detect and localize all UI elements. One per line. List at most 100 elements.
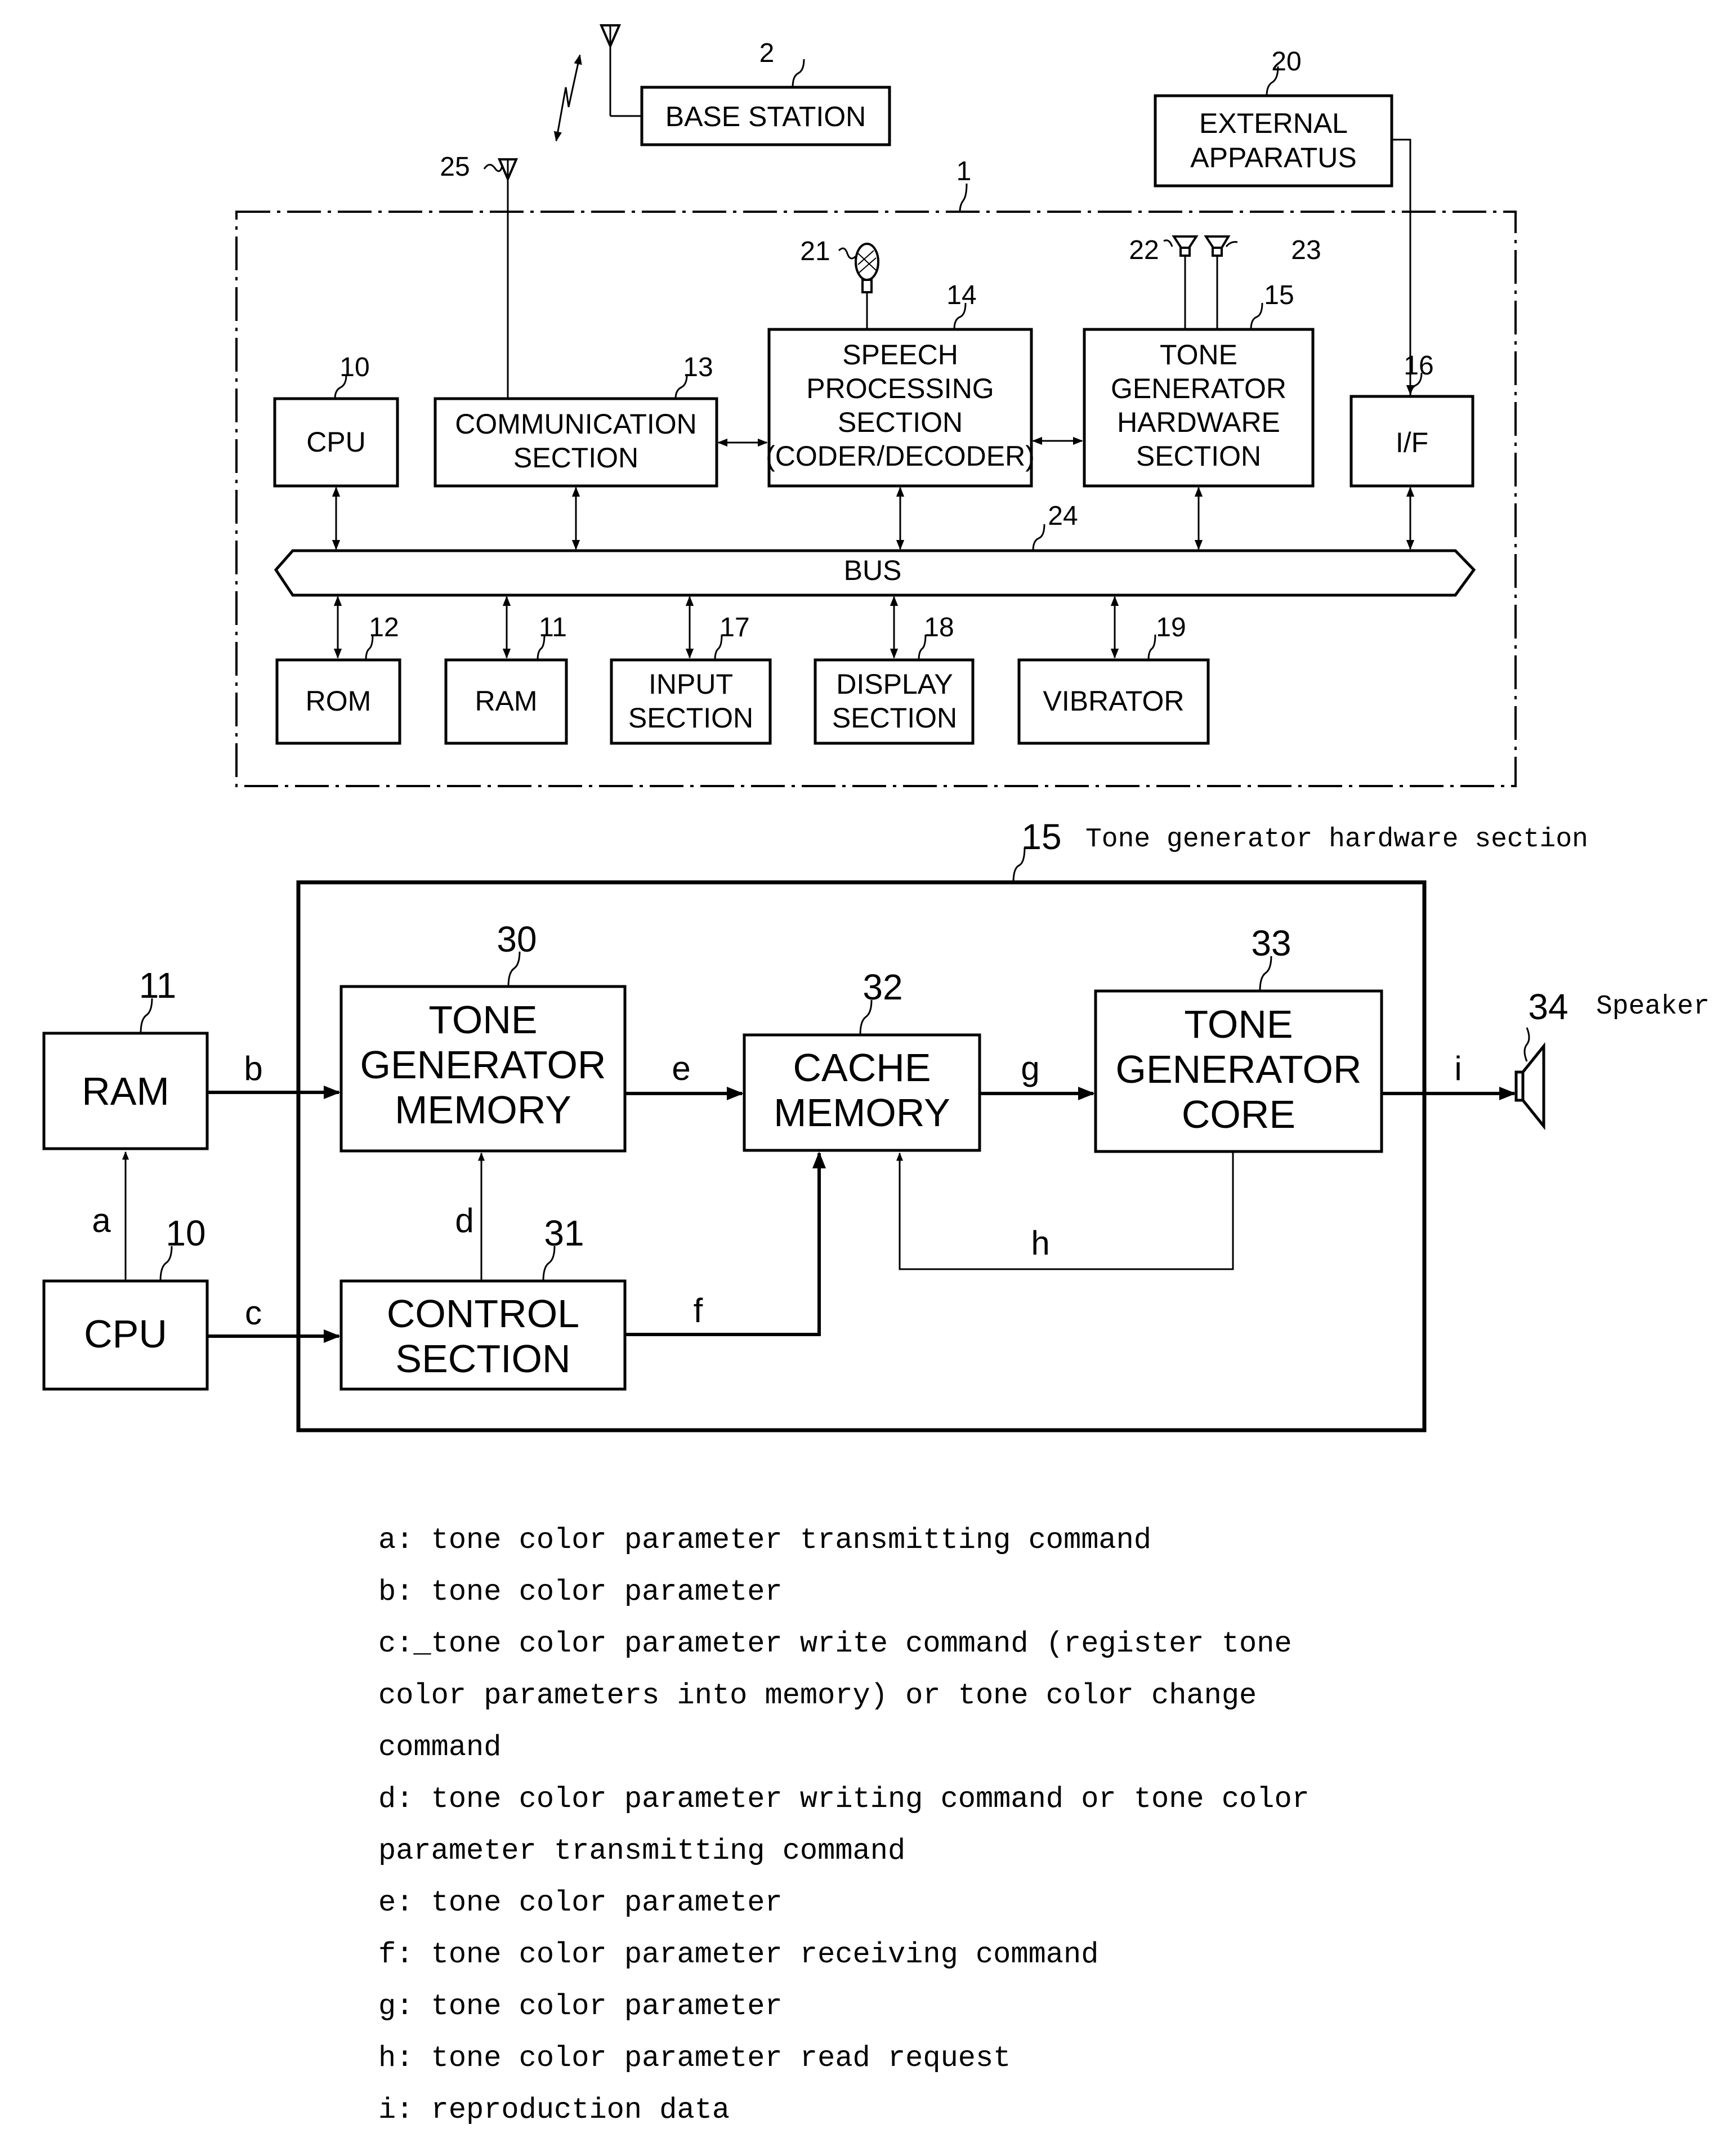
signal-f-label: f — [694, 1292, 703, 1329]
speech-label-4: (CODER/DECODER) — [766, 440, 1035, 472]
external-apparatus-line1: EXTERNAL — [1199, 108, 1348, 139]
interface-ref: 16 — [1404, 351, 1433, 381]
interface-label: I/F — [1396, 427, 1428, 458]
speech-label-2: PROCESSING — [806, 373, 994, 404]
ram-ref-fig1: 11 — [539, 613, 567, 642]
system-ref: 1 — [957, 157, 972, 186]
cpu-block: CPU 10 — [273, 352, 399, 550]
base-station-antenna-icon — [599, 24, 642, 117]
rom-block: ROM 12 — [275, 596, 401, 745]
tg-core-ref: 33 — [1251, 923, 1291, 963]
speaker-ref: 34 — [1528, 987, 1568, 1027]
tone-hw-label-3: HARDWARE — [1117, 407, 1280, 438]
legend-line: color parameters into memory) or tone co… — [378, 1679, 1257, 1712]
figure-2-tone-generator-diagram: 15 Tone generator hardware section RAM 1… — [42, 816, 1710, 1432]
input-section-block: INPUT SECTION 17 — [610, 596, 772, 745]
ram-block: RAM 11 — [42, 965, 209, 1150]
tone-generator-hardware-block: TONE GENERATOR HARDWARE SECTION 15 — [1083, 280, 1315, 550]
speech-processing-block: SPEECH PROCESSING SECTION (CODER/DECODER… — [766, 280, 1083, 550]
microphone-ref: 21 — [800, 236, 830, 266]
cache-ref: 32 — [863, 967, 902, 1007]
legend-line: f: tone color parameter receiving comman… — [378, 1938, 1099, 1971]
speech-label-3: SECTION — [838, 407, 963, 438]
legend-line: a: tone color parameter transmitting com… — [378, 1524, 1152, 1557]
signal-a: a — [92, 1151, 129, 1281]
speech-label-1: SPEECH — [842, 339, 958, 371]
tg-core-label-1: TONE — [1184, 1002, 1293, 1046]
legend-line: h: tone color parameter read request — [378, 2042, 1011, 2075]
control-label-2: SECTION — [395, 1337, 570, 1381]
external-apparatus-line2: APPARATUS — [1190, 142, 1356, 173]
communication-ref: 13 — [683, 352, 713, 382]
input-label-1: INPUT — [649, 668, 733, 700]
display-label-2: SECTION — [832, 702, 957, 734]
rom-ref: 12 — [369, 613, 399, 642]
signal-a-label: a — [92, 1202, 111, 1239]
tone-hw-ref: 15 — [1264, 280, 1294, 310]
legend-line: parameter transmitting command — [378, 1834, 906, 1868]
tg-memory-label-1: TONE — [428, 998, 537, 1042]
cpu-ref: 10 — [339, 352, 369, 382]
bus-label: BUS — [844, 555, 902, 586]
tone-hw-label-4: SECTION — [1136, 440, 1261, 472]
terminal-antenna-icon: 25 — [440, 152, 519, 414]
legend-line: b: tone color parameter — [378, 1575, 783, 1609]
bus: BUS 24 — [274, 501, 1476, 597]
radio-link-icon — [553, 54, 582, 142]
input-ref: 17 — [720, 613, 749, 642]
cpu-ref-fig2: 10 — [166, 1213, 205, 1253]
signal-b-label: b — [244, 1050, 262, 1087]
communication-section-block: COMMUNICATION SECTION 13 — [434, 352, 768, 550]
ram-label-fig1: RAM — [475, 685, 537, 717]
tone-hw-label-2: GENERATOR — [1111, 373, 1286, 404]
communication-label-1: COMMUNICATION — [455, 408, 697, 440]
control-label-1: CONTROL — [387, 1292, 579, 1336]
tg-memory-label-2: GENERATOR — [360, 1043, 606, 1087]
tone-hw-label-1: TONE — [1160, 339, 1237, 371]
base-station-block: BASE STATION 2 — [640, 38, 891, 146]
speaker-22-ref: 22 — [1129, 235, 1159, 265]
signal-c-label: c — [245, 1294, 262, 1332]
cache-label-1: CACHE — [793, 1046, 931, 1090]
container-ref: 15 — [1021, 816, 1061, 857]
ram-ref: 11 — [139, 965, 176, 1006]
legend-line: c:_tone color parameter write command (r… — [378, 1627, 1292, 1660]
speaker-caption: Speaker — [1596, 992, 1710, 1022]
tg-memory-label-3: MEMORY — [395, 1088, 571, 1132]
cpu-label: CPU — [306, 426, 366, 458]
signal-d-label: d — [455, 1202, 473, 1239]
display-section-block: DISPLAY SECTION 18 — [814, 596, 975, 745]
bus-ref: 24 — [1048, 501, 1078, 531]
display-ref: 18 — [924, 613, 954, 642]
external-apparatus-ref: 20 — [1271, 47, 1301, 77]
tg-memory-ref: 30 — [497, 919, 537, 959]
vibrator-block: VIBRATOR 19 — [1017, 596, 1210, 745]
figure-1-system-block-diagram: BASE STATION 2 25 EXTERNAL APPARATUS 20 — [235, 24, 1517, 787]
control-ref: 31 — [544, 1213, 584, 1253]
legend-line: g: tone color parameter — [378, 1990, 783, 2023]
tg-core-label-2: GENERATOR — [1116, 1047, 1362, 1091]
speaker-22-icon: 22 — [1129, 235, 1199, 329]
signal-e-label: e — [672, 1050, 690, 1087]
signal-i-label: i — [1454, 1050, 1462, 1087]
microphone-icon: 21 — [800, 236, 879, 329]
legend-line: d: tone color parameter writing command … — [378, 1783, 1310, 1816]
interface-block: I/F 16 — [1349, 351, 1474, 550]
signal-h-label: h — [1031, 1224, 1049, 1262]
legend-line: i: reproduction data — [378, 2093, 730, 2127]
input-label-2: SECTION — [628, 702, 753, 734]
speech-ref: 14 — [946, 280, 976, 310]
vibrator-ref: 19 — [1156, 613, 1186, 642]
signal-legend: a: tone color parameter transmitting com… — [378, 1515, 1617, 2136]
ram-block-fig1: RAM 11 — [444, 596, 568, 745]
cpu-label-fig2: CPU — [84, 1312, 167, 1356]
communication-label-2: SECTION — [513, 442, 638, 474]
base-station-label: BASE STATION — [665, 101, 866, 132]
speaker-23-ref: 23 — [1291, 235, 1321, 265]
legend-line: e: tone color parameter — [378, 1886, 783, 1920]
display-label-1: DISPLAY — [836, 668, 953, 700]
vibrator-label: VIBRATOR — [1043, 685, 1185, 717]
ram-label: RAM — [82, 1069, 169, 1113]
speaker-34-icon: 34 Speaker — [1514, 987, 1710, 1131]
signal-g-label: g — [1021, 1050, 1039, 1087]
